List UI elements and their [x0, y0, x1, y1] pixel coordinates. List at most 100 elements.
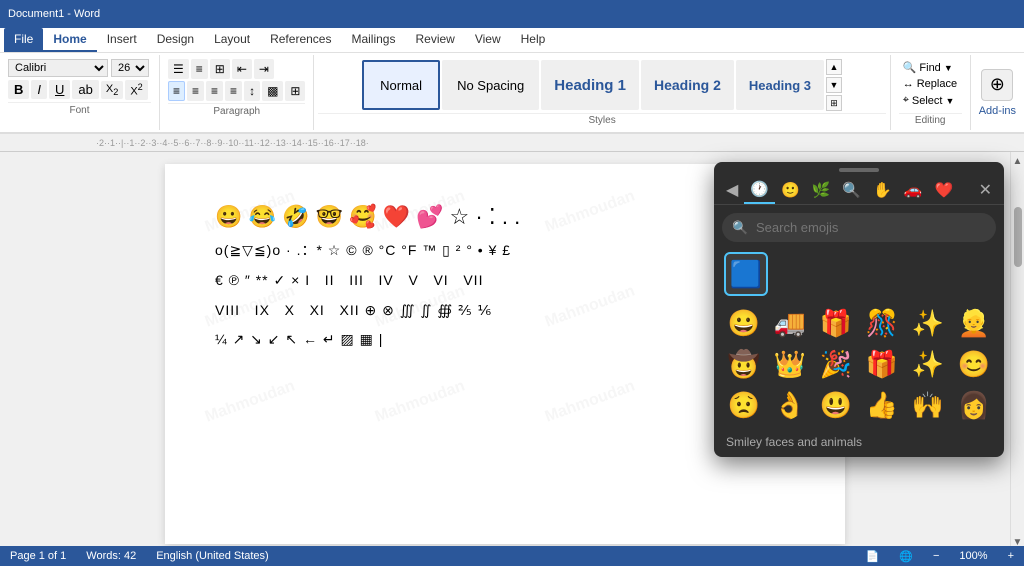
font-size-select[interactable]: 26: [111, 59, 149, 77]
tab-home[interactable]: Home: [43, 28, 96, 52]
shading-button[interactable]: ▩: [262, 81, 283, 101]
align-left-button[interactable]: ≡: [168, 81, 185, 101]
tab-file[interactable]: File: [4, 28, 43, 52]
styles-scroll-up[interactable]: ▲: [826, 59, 842, 75]
emoji-item[interactable]: 😊: [952, 345, 996, 384]
addins-section: ⊕ Add-ins: [971, 55, 1024, 130]
view-web[interactable]: 🌐: [899, 550, 913, 563]
styles-expand[interactable]: ⊞: [826, 95, 842, 111]
replace-button[interactable]: ↔ Replace: [899, 76, 962, 92]
line-spacing-button[interactable]: ↕: [244, 81, 260, 101]
underline-button[interactable]: U: [49, 80, 70, 99]
emoji-grid: 😀 🚚 🎁 🎊 ✨ 👱 🤠 👑 🎉 🎁 ✨ 😊 😟 👌 😃 👍 🙌 👩: [714, 300, 1004, 429]
emoji-item[interactable]: 🎁: [814, 304, 858, 343]
multilevel-button[interactable]: ⊞: [210, 59, 230, 79]
emoji-item[interactable]: 🙌: [906, 386, 950, 425]
find-icon: 🔍: [903, 61, 917, 74]
zoom-level: 100%: [959, 550, 987, 562]
numbering-button[interactable]: ≡: [191, 59, 208, 79]
subscript-button[interactable]: X2: [101, 81, 123, 99]
emoji-panel: ◀ 🕐 🙂 🌿 🔍 ✋ 🚗 ❤️ ✕ 🔍 🟦 😀 🚚 🎁: [714, 162, 1004, 457]
emoji-item[interactable]: 🎉: [814, 345, 858, 384]
align-right-button[interactable]: ≡: [206, 81, 223, 101]
bold-button[interactable]: B: [8, 80, 29, 99]
decrease-indent-button[interactable]: ⇤: [232, 59, 252, 79]
emoji-nav-bar: ◀ 🕐 🙂 🌿 🔍 ✋ 🚗 ❤️ ✕: [714, 174, 1004, 205]
emoji-search-tab[interactable]: 🔍: [836, 177, 867, 203]
emoji-preview-row: 🟦: [714, 250, 1004, 300]
replace-icon: ↔: [903, 78, 914, 90]
emoji-history-tab[interactable]: 🕐: [744, 176, 775, 204]
word-count: Words: 42: [86, 550, 136, 562]
tab-design[interactable]: Design: [147, 28, 204, 52]
emoji-search-icon: 🔍: [732, 220, 748, 236]
scroll-thumb[interactable]: [1014, 207, 1022, 267]
style-nospacing-button[interactable]: No Spacing: [442, 60, 539, 110]
tab-references[interactable]: References: [260, 28, 341, 52]
emoji-nature-tab[interactable]: 🌿: [806, 177, 837, 203]
font-group-label: Font: [8, 102, 151, 116]
emoji-item[interactable]: 😀: [722, 304, 766, 343]
emoji-item[interactable]: 🎊: [860, 304, 904, 343]
doc-line-5: ¼ ↗ ↘ ↙ ↖ ← ↵ ▨ ▦ |: [215, 328, 795, 352]
emoji-search-input[interactable]: [722, 213, 996, 242]
emoji-item[interactable]: 👱: [952, 304, 996, 343]
vertical-scrollbar[interactable]: ▲ ▼: [1010, 152, 1024, 552]
emoji-item[interactable]: 👩: [952, 386, 996, 425]
strikethrough-button[interactable]: ab: [72, 80, 98, 99]
emoji-item[interactable]: 👑: [768, 345, 812, 384]
emoji-hand-tab[interactable]: ✋: [867, 177, 898, 203]
emoji-smiley-tab[interactable]: 🙂: [775, 177, 806, 203]
tab-view[interactable]: View: [465, 28, 511, 52]
style-h3-button[interactable]: Heading 3: [736, 60, 824, 110]
styles-scroll-down[interactable]: ▼: [826, 77, 842, 93]
emoji-category-label: Smiley faces and animals: [714, 429, 1004, 457]
select-icon: ⌖: [903, 94, 909, 107]
emoji-item[interactable]: 👍: [860, 386, 904, 425]
emoji-item[interactable]: 😃: [814, 386, 858, 425]
emoji-item[interactable]: ✨: [906, 304, 950, 343]
find-button[interactable]: 🔍 Find ▼: [899, 59, 962, 76]
borders-button[interactable]: ⊞: [285, 81, 305, 101]
style-h1-button[interactable]: Heading 1: [541, 60, 639, 110]
doc-line-1: 😀 😂 🤣 🤓 🥰 ❤️ 💕 ☆ · ⁚ . .: [215, 200, 795, 233]
emoji-transport-tab[interactable]: 🚗: [898, 177, 929, 203]
select-button[interactable]: ⌖ Select ▼: [899, 92, 962, 109]
status-bar: Page 1 of 1 Words: 42 English (United St…: [0, 546, 1024, 566]
style-normal-button[interactable]: Normal: [362, 60, 440, 110]
emoji-heart-tab[interactable]: ❤️: [928, 177, 959, 203]
align-center-button[interactable]: ≡: [187, 81, 204, 101]
italic-button[interactable]: I: [31, 80, 47, 99]
addins-label[interactable]: Add-ins: [979, 105, 1016, 117]
emoji-close-button[interactable]: ✕: [973, 176, 998, 204]
font-family-select[interactable]: Calibri: [8, 59, 108, 77]
emoji-item[interactable]: 🎁: [860, 345, 904, 384]
paragraph-group-label: Paragraph: [168, 103, 305, 117]
scroll-up-button[interactable]: ▲: [1011, 152, 1024, 171]
doc-line-2: o(≧▽≦)o · .：* ☆ © ® °C °F ™ ▯ ² ° • ¥ £: [215, 239, 795, 263]
emoji-back-button[interactable]: ◀: [720, 176, 744, 204]
tab-mailings[interactable]: Mailings: [341, 28, 405, 52]
increase-indent-button[interactable]: ⇥: [254, 59, 274, 79]
doc-line-4: VIII IX X XI XII ⊕ ⊗ ∭ ∬ ∰ ⅖ ⅙: [215, 299, 795, 323]
emoji-selected-box[interactable]: 🟦: [724, 252, 768, 296]
tab-insert[interactable]: Insert: [97, 28, 147, 52]
language-info: English (United States): [156, 550, 269, 562]
emoji-item[interactable]: 🚚: [768, 304, 812, 343]
view-print-layout[interactable]: 📄: [866, 550, 880, 563]
bullets-button[interactable]: ☰: [168, 59, 189, 79]
tab-review[interactable]: Review: [405, 28, 464, 52]
emoji-item[interactable]: 🤠: [722, 345, 766, 384]
style-h2-button[interactable]: Heading 2: [641, 60, 734, 110]
emoji-item[interactable]: 😟: [722, 386, 766, 425]
tab-help[interactable]: Help: [511, 28, 556, 52]
document-content[interactable]: 😀 😂 🤣 🤓 🥰 ❤️ 💕 ☆ · ⁚ . . o(≧▽≦)o · .：* ☆…: [215, 200, 795, 352]
emoji-item[interactable]: 👌: [768, 386, 812, 425]
tab-layout[interactable]: Layout: [204, 28, 260, 52]
doc-line-3: € ℗ ″ ** ✓ × I II III IV V VI VII: [215, 269, 795, 293]
zoom-in[interactable]: +: [1008, 550, 1014, 562]
zoom-out[interactable]: −: [933, 550, 939, 562]
superscript-button[interactable]: X2: [125, 80, 147, 100]
justify-button[interactable]: ≡: [225, 81, 242, 101]
emoji-item[interactable]: ✨: [906, 345, 950, 384]
